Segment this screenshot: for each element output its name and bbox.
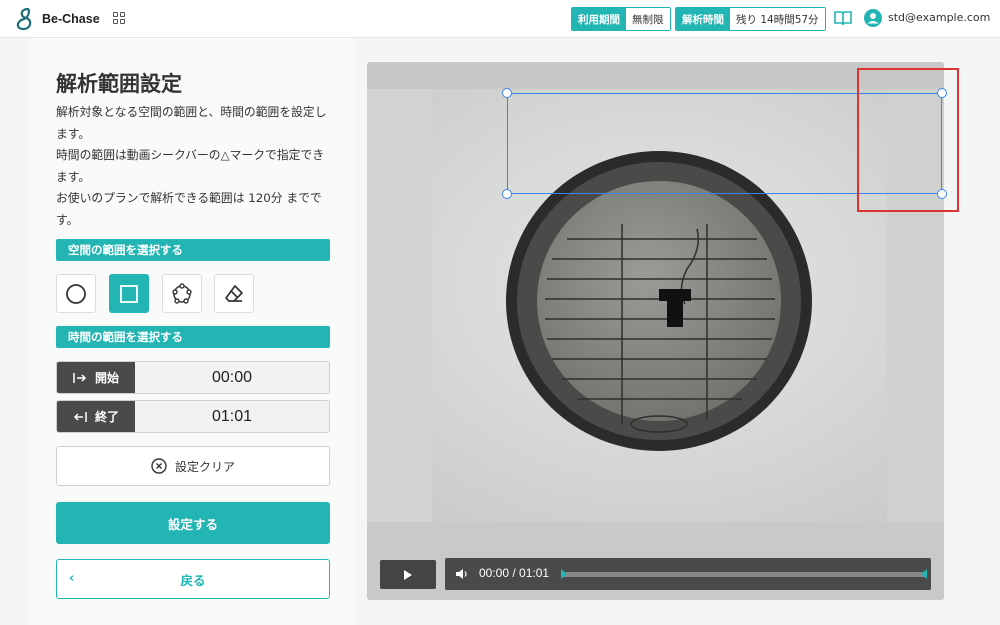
apply-settings-button[interactable]: 設定する [56, 502, 330, 544]
range-start-marker[interactable] [561, 569, 567, 579]
arrow-out-icon [73, 411, 87, 422]
close-circle-icon [151, 458, 167, 474]
range-end-marker[interactable] [921, 569, 927, 579]
rectangle-tool-button[interactable] [109, 274, 149, 313]
eraser-icon [225, 284, 243, 302]
polygon-tool-button[interactable] [162, 274, 202, 313]
circle-icon [66, 283, 86, 304]
end-time-value[interactable]: 01:01 [135, 401, 329, 432]
usage-period-badge: 利用期間 無制限 [571, 7, 671, 31]
user-icon[interactable] [864, 9, 882, 27]
back-label: 戻る [180, 572, 206, 588]
end-label: 終了 [94, 410, 119, 424]
analysis-time-value: 残り 14時間57分 [730, 8, 825, 30]
back-button[interactable]: ‹ 戻る [56, 559, 330, 599]
clear-settings-button[interactable]: 設定クリア [56, 446, 330, 486]
app-header: Be-Chase 利用期間 無制限 解析時間 残り 14時間57分 std@ex… [0, 0, 1000, 38]
page-title: 解析範囲設定 [56, 72, 182, 96]
volume-icon[interactable] [455, 567, 469, 581]
description-line: お使いのプランで解析できる範囲は 120分 までです。 [56, 191, 322, 227]
play-button[interactable] [380, 560, 436, 589]
polygon-icon [172, 282, 192, 304]
seek-bar[interactable] [563, 572, 925, 577]
end-label-box: 終了 [57, 401, 135, 432]
app-name: Be-Chase [42, 12, 100, 26]
logo[interactable]: Be-Chase [12, 6, 100, 32]
grid-icon[interactable] [113, 12, 125, 24]
start-label: 開始 [94, 371, 119, 385]
rectangle-icon [120, 284, 138, 303]
analysis-time-label: 解析時間 [676, 8, 730, 30]
play-icon [404, 569, 412, 580]
space-range-section-header: 空間の範囲を選択する [56, 239, 330, 261]
description-line: 解析対象となる空間の範囲と、時間の範囲を設定します。 [56, 105, 327, 141]
logo-mark-icon [16, 7, 32, 31]
circle-tool-button[interactable] [56, 274, 96, 313]
user-email[interactable]: std@example.com [888, 11, 990, 24]
usage-period-value: 無制限 [626, 8, 670, 30]
end-time-row: 終了 01:01 [56, 400, 330, 433]
selection-handle-bottom-left[interactable] [502, 189, 512, 199]
description: 解析対象となる空間の範囲と、時間の範囲を設定します。 時間の範囲は動画シークバー… [56, 102, 331, 231]
start-time-row: 開始 00:00 [56, 361, 330, 394]
description-line: 時間の範囲は動画シークバーの△マークで指定できます。 [56, 148, 325, 184]
chevron-left-icon: ‹ [69, 571, 75, 586]
start-time-value[interactable]: 00:00 [135, 362, 329, 393]
selection-handle-top-left[interactable] [502, 88, 512, 98]
playback-time: 00:00 / 01:01 [479, 566, 550, 580]
usage-period-label: 利用期間 [572, 8, 626, 30]
start-label-box: 開始 [57, 362, 135, 393]
seek-bar-container: 00:00 / 01:01 [445, 558, 931, 590]
time-range-section-header: 時間の範囲を選択する [56, 326, 330, 348]
arrow-in-icon [73, 372, 87, 383]
analysis-time-badge: 解析時間 残り 14時間57分 [675, 7, 826, 31]
book-icon[interactable] [834, 10, 852, 26]
highlight-box [857, 68, 959, 212]
clear-settings-label: 設定クリア [174, 459, 235, 474]
eraser-tool-button[interactable] [214, 274, 254, 313]
player-controls: 00:00 / 01:01 [367, 522, 944, 600]
